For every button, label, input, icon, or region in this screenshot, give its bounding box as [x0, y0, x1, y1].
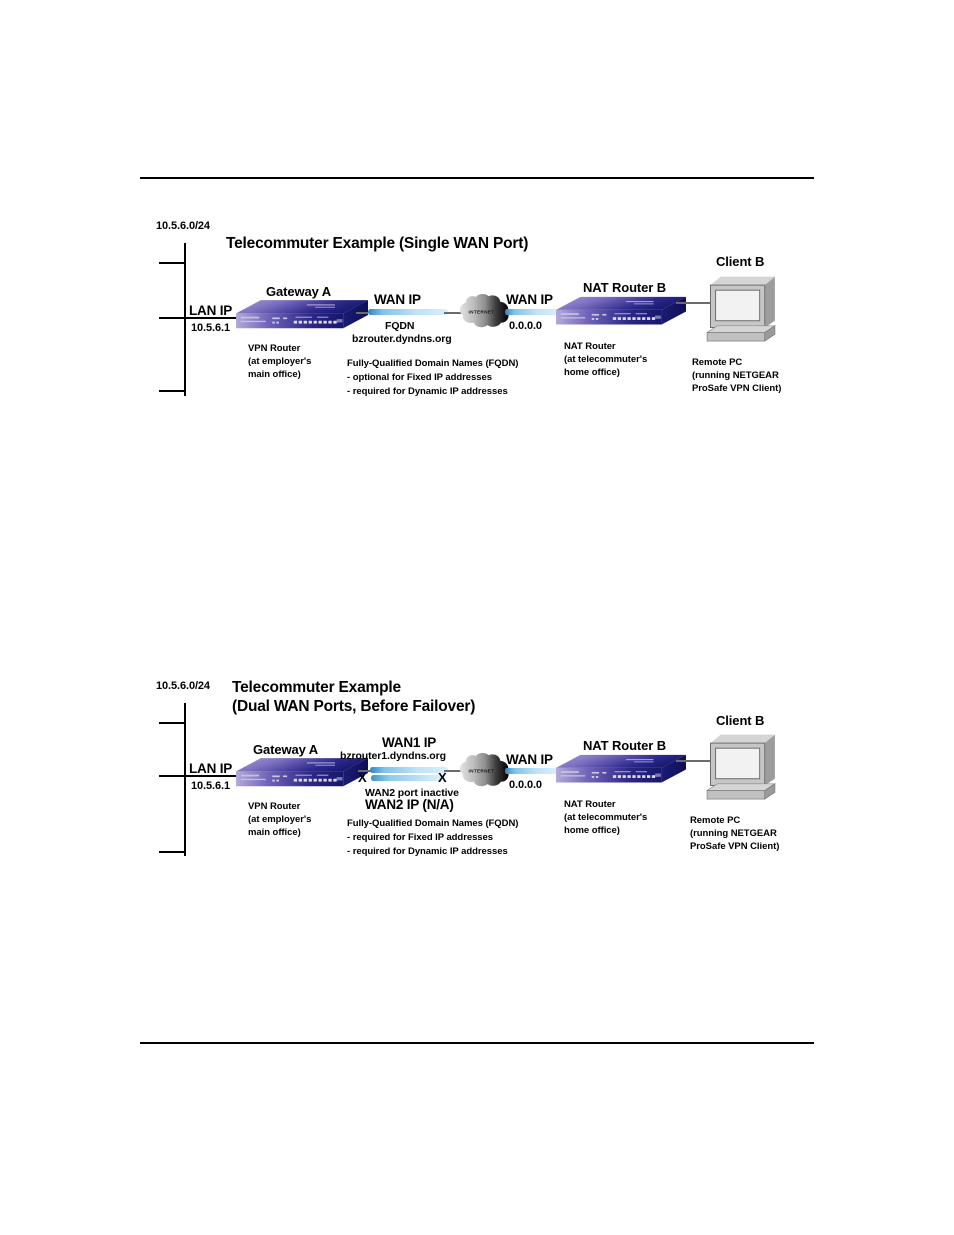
lan-ip-label-2: LAN IP	[189, 761, 233, 776]
client-caption-2-line-1: Remote PC	[690, 815, 741, 826]
subnet-label: 10.5.6.0/24	[156, 220, 210, 232]
wan-ip-label-left: WAN IP	[374, 292, 421, 307]
gateway-caption-2-line-3: main office)	[248, 827, 301, 838]
nat-router-caption-2-line-1: NAT Router	[564, 799, 616, 810]
page-bottom-rule	[140, 1042, 814, 1044]
client-caption-line-3: ProSafe VPN Client)	[692, 383, 782, 394]
client-title: Client B	[716, 254, 765, 269]
document-page: 10.5.6.0/24 Telecommuter Example (Single…	[0, 0, 954, 1235]
nat-router-caption-line-2: (at telecommuter's	[564, 354, 648, 365]
wan2-x-right-icon: X	[438, 770, 447, 785]
router-icon-nat	[556, 292, 686, 331]
fqdn-label: FQDN	[385, 320, 415, 332]
client-caption-line-1: Remote PC	[692, 357, 743, 368]
lan-bus-stub-bottom	[159, 390, 185, 392]
lan-bus-stub-middle	[159, 317, 185, 319]
wan-ip-value-right-2: 0.0.0.0	[509, 779, 542, 791]
wan2-ip-label: WAN2 IP (N/A)	[365, 797, 454, 812]
page-top-rule	[140, 177, 814, 179]
internet-cloud-icon-2	[455, 751, 511, 789]
router-icon	[236, 295, 368, 335]
fqdn-note-line-2: - optional for Fixed IP addresses	[347, 372, 492, 383]
gateway-caption-2-line-2: (at employer's	[248, 814, 312, 825]
network-cable-icon-right	[505, 307, 557, 317]
lan-bus-stub-middle-2	[159, 775, 185, 777]
diagram-title-2-line-2: (Dual WAN Ports, Before Failover)	[232, 698, 476, 715]
lan-bus-line-2	[184, 703, 186, 856]
diagram-title: Telecommuter Example (Single WAN Port)	[226, 235, 529, 252]
fqdn-note-2-line-2: - required for Fixed IP addresses	[347, 832, 494, 843]
network-cable-icon-wan2	[371, 773, 443, 783]
lan-bus-stub-bottom-2	[159, 851, 185, 853]
client-title-2: Client B	[716, 713, 765, 728]
client-caption-line-2: (running NETGEAR	[692, 370, 779, 381]
nat-router-caption-2-line-2: (at telecommuter's	[564, 812, 648, 823]
nat-router-caption-2-line-3: home office)	[564, 825, 620, 836]
lan-bus-stub-top	[159, 262, 185, 264]
gateway-caption-line-1: VPN Router	[248, 343, 301, 354]
fqdn-note-2-line-1: Fully-Qualified Domain Names (FQDN)	[347, 818, 519, 829]
client-caption-2-line-3: ProSafe VPN Client)	[690, 841, 780, 852]
desktop-pc-icon-2	[702, 731, 780, 801]
gateway-caption-line-3: main office)	[248, 369, 301, 380]
lan-ip-value: 10.5.6.1	[191, 322, 230, 334]
wan1-ip-label: WAN1 IP	[382, 735, 437, 750]
client-caption-2-line-2: (running NETGEAR	[690, 828, 777, 839]
nat-router-caption-line-3: home office)	[564, 367, 620, 378]
wan1-fqdn-value: bzrouter1.dyndns.org	[340, 750, 446, 762]
internet-cloud-icon	[455, 292, 511, 330]
wan-ip-label-right-2: WAN IP	[506, 752, 553, 767]
network-cable-icon	[368, 307, 448, 317]
lan-bus-line	[184, 243, 186, 396]
router-icon-nat-2	[556, 750, 686, 789]
gateway-caption-2-line-1: VPN Router	[248, 801, 301, 812]
lan-ip-value-2: 10.5.6.1	[191, 780, 230, 792]
lan-ip-label: LAN IP	[189, 303, 233, 318]
lan-bus-stub-top-2	[159, 722, 185, 724]
desktop-pc-icon	[702, 273, 780, 343]
wan-wire-left	[356, 312, 368, 314]
wan2-x-left-icon: X	[358, 770, 367, 785]
wan-ip-label-right: WAN IP	[506, 292, 553, 307]
wan-ip-value-right: 0.0.0.0	[509, 320, 542, 332]
nat-router-caption-line-1: NAT Router	[564, 341, 616, 352]
fqdn-note-line-1: Fully-Qualified Domain Names (FQDN)	[347, 358, 519, 369]
subnet-label-2: 10.5.6.0/24	[156, 680, 210, 692]
fqdn-note-2-line-3: - required for Dynamic IP addresses	[347, 846, 508, 857]
fqdn-note-line-3: - required for Dynamic IP addresses	[347, 386, 508, 397]
gateway-caption-line-2: (at employer's	[248, 356, 312, 367]
fqdn-value: bzrouter.dyndns.org	[352, 333, 452, 345]
diagram-title-2-line-1: Telecommuter Example	[232, 679, 401, 696]
